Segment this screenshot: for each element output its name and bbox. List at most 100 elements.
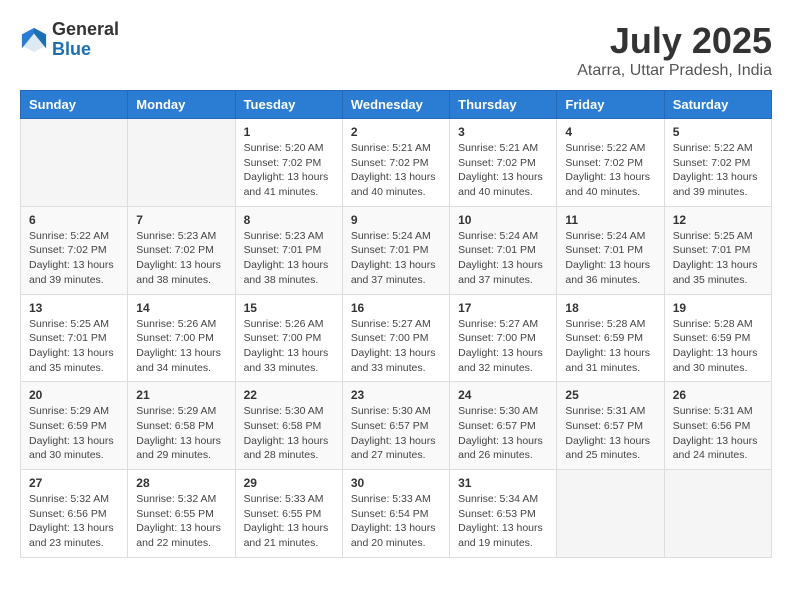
day-number: 17 <box>458 301 548 315</box>
day-number: 4 <box>565 125 655 139</box>
weekday-header-saturday: Saturday <box>664 91 771 119</box>
calendar-cell: 23 Sunrise: 5:30 AMSunset: 6:57 PMDayligh… <box>342 382 449 470</box>
calendar-cell: 6Sunrise: 5:22 AMSunset: 7:02 PMDaylight… <box>21 206 128 294</box>
day-detail: Sunrise: 5:27 AMSunset: 7:00 PMDaylight:… <box>458 317 548 376</box>
day-detail: Sunrise: 5:20 AMSunset: 7:02 PMDaylight:… <box>244 141 334 200</box>
calendar-week-row: 6Sunrise: 5:22 AMSunset: 7:02 PMDaylight… <box>21 206 772 294</box>
calendar-cell: 9Sunrise: 5:24 AMSunset: 7:01 PMDaylight… <box>342 206 449 294</box>
location-subtitle: Atarra, Uttar Pradesh, India <box>577 62 772 80</box>
calendar-cell: 30 Sunrise: 5:33 AMSunset: 6:54 PMDayligh… <box>342 470 449 558</box>
day-number: 3 <box>458 125 548 139</box>
day-detail: Sunrise: 5:34 AMSunset: 6:53 PMDaylight:… <box>458 492 548 551</box>
calendar-cell <box>664 470 771 558</box>
weekday-header-tuesday: Tuesday <box>235 91 342 119</box>
day-number: 10 <box>458 213 548 227</box>
day-number: 20 <box>29 388 119 402</box>
calendar-week-row: 20 Sunrise: 5:29 AMSunset: 6:59 PMDayligh… <box>21 382 772 470</box>
calendar-cell: 4 Sunrise: 5:22 AMSunset: 7:02 PMDaylight… <box>557 119 664 207</box>
day-number: 11 <box>565 213 655 227</box>
calendar-cell: 24Sunrise: 5:30 AMSunset: 6:57 PMDayligh… <box>450 382 557 470</box>
logo-text: General Blue <box>52 20 119 60</box>
calendar-cell: 1 Sunrise: 5:20 AMSunset: 7:02 PMDaylight… <box>235 119 342 207</box>
calendar-cell <box>557 470 664 558</box>
day-detail: Sunrise: 5:29 AMSunset: 6:59 PMDaylight:… <box>29 404 119 463</box>
calendar-table: SundayMondayTuesdayWednesdayThursdayFrid… <box>20 90 772 558</box>
calendar-cell: 13 Sunrise: 5:25 AMSunset: 7:01 PMDayligh… <box>21 294 128 382</box>
calendar-cell: 16 Sunrise: 5:27 AMSunset: 7:00 PMDayligh… <box>342 294 449 382</box>
calendar-week-row: 13 Sunrise: 5:25 AMSunset: 7:01 PMDayligh… <box>21 294 772 382</box>
calendar-cell: 3 Sunrise: 5:21 AMSunset: 7:02 PMDaylight… <box>450 119 557 207</box>
calendar-cell: 10Sunrise: 5:24 AMSunset: 7:01 PMDayligh… <box>450 206 557 294</box>
day-number: 24 <box>458 388 548 402</box>
day-detail: Sunrise: 5:33 AMSunset: 6:54 PMDaylight:… <box>351 492 441 551</box>
calendar-cell: 26 Sunrise: 5:31 AMSunset: 6:56 PMDayligh… <box>664 382 771 470</box>
weekday-header-friday: Friday <box>557 91 664 119</box>
calendar-cell: 27 Sunrise: 5:32 AMSunset: 6:56 PMDayligh… <box>21 470 128 558</box>
day-detail: Sunrise: 5:29 AMSunset: 6:58 PMDaylight:… <box>136 404 226 463</box>
day-detail: Sunrise: 5:22 AMSunset: 7:02 PMDaylight:… <box>565 141 655 200</box>
calendar-cell: 12Sunrise: 5:25 AMSunset: 7:01 PMDayligh… <box>664 206 771 294</box>
day-number: 1 <box>244 125 334 139</box>
logo: General Blue <box>20 20 119 60</box>
calendar-cell: 19Sunrise: 5:28 AMSunset: 6:59 PMDayligh… <box>664 294 771 382</box>
calendar-week-row: 1 Sunrise: 5:20 AMSunset: 7:02 PMDaylight… <box>21 119 772 207</box>
day-detail: Sunrise: 5:27 AMSunset: 7:00 PMDaylight:… <box>351 317 441 376</box>
weekday-header-wednesday: Wednesday <box>342 91 449 119</box>
day-number: 6 <box>29 213 119 227</box>
calendar-cell: 28Sunrise: 5:32 AMSunset: 6:55 PMDayligh… <box>128 470 235 558</box>
day-number: 23 <box>351 388 441 402</box>
calendar-cell <box>128 119 235 207</box>
day-number: 7 <box>136 213 226 227</box>
calendar-cell: 18 Sunrise: 5:28 AMSunset: 6:59 PMDayligh… <box>557 294 664 382</box>
page-header: General Blue July 2025 Atarra, Uttar Pra… <box>20 20 772 80</box>
calendar-cell: 11 Sunrise: 5:24 AMSunset: 7:01 PMDayligh… <box>557 206 664 294</box>
day-number: 16 <box>351 301 441 315</box>
day-number: 28 <box>136 476 226 490</box>
day-detail: Sunrise: 5:32 AMSunset: 6:56 PMDaylight:… <box>29 492 119 551</box>
day-number: 29 <box>244 476 334 490</box>
day-number: 30 <box>351 476 441 490</box>
calendar-cell: 17 Sunrise: 5:27 AMSunset: 7:00 PMDayligh… <box>450 294 557 382</box>
calendar-cell: 22Sunrise: 5:30 AMSunset: 6:58 PMDayligh… <box>235 382 342 470</box>
day-detail: Sunrise: 5:28 AMSunset: 6:59 PMDaylight:… <box>565 317 655 376</box>
calendar-week-row: 27 Sunrise: 5:32 AMSunset: 6:56 PMDayligh… <box>21 470 772 558</box>
weekday-header-monday: Monday <box>128 91 235 119</box>
weekday-header-sunday: Sunday <box>21 91 128 119</box>
calendar-cell: 29 Sunrise: 5:33 AMSunset: 6:55 PMDayligh… <box>235 470 342 558</box>
day-detail: Sunrise: 5:33 AMSunset: 6:55 PMDaylight:… <box>244 492 334 551</box>
day-number: 5 <box>673 125 763 139</box>
calendar-cell: 5 Sunrise: 5:22 AMSunset: 7:02 PMDaylight… <box>664 119 771 207</box>
day-number: 27 <box>29 476 119 490</box>
calendar-cell: 21 Sunrise: 5:29 AMSunset: 6:58 PMDayligh… <box>128 382 235 470</box>
day-detail: Sunrise: 5:23 AMSunset: 7:02 PMDaylight:… <box>136 229 226 288</box>
day-number: 25 <box>565 388 655 402</box>
calendar-cell: 14Sunrise: 5:26 AMSunset: 7:00 PMDayligh… <box>128 294 235 382</box>
calendar-cell: 20 Sunrise: 5:29 AMSunset: 6:59 PMDayligh… <box>21 382 128 470</box>
day-detail: Sunrise: 5:24 AMSunset: 7:01 PMDaylight:… <box>565 229 655 288</box>
day-detail: Sunrise: 5:25 AMSunset: 7:01 PMDaylight:… <box>29 317 119 376</box>
day-number: 31 <box>458 476 548 490</box>
day-detail: Sunrise: 5:24 AMSunset: 7:01 PMDaylight:… <box>351 229 441 288</box>
day-number: 26 <box>673 388 763 402</box>
day-detail: Sunrise: 5:26 AMSunset: 7:00 PMDaylight:… <box>136 317 226 376</box>
day-number: 8 <box>244 213 334 227</box>
day-detail: Sunrise: 5:30 AMSunset: 6:58 PMDaylight:… <box>244 404 334 463</box>
day-number: 13 <box>29 301 119 315</box>
calendar-cell: 15Sunrise: 5:26 AMSunset: 7:00 PMDayligh… <box>235 294 342 382</box>
calendar-cell: 8Sunrise: 5:23 AMSunset: 7:01 PMDaylight… <box>235 206 342 294</box>
day-number: 12 <box>673 213 763 227</box>
calendar-cell: 25Sunrise: 5:31 AMSunset: 6:57 PMDayligh… <box>557 382 664 470</box>
day-number: 18 <box>565 301 655 315</box>
day-detail: Sunrise: 5:21 AMSunset: 7:02 PMDaylight:… <box>458 141 548 200</box>
day-number: 15 <box>244 301 334 315</box>
day-number: 21 <box>136 388 226 402</box>
day-detail: Sunrise: 5:30 AMSunset: 6:57 PMDaylight:… <box>351 404 441 463</box>
calendar-cell <box>21 119 128 207</box>
month-year-title: July 2025 <box>577 20 772 62</box>
day-detail: Sunrise: 5:22 AMSunset: 7:02 PMDaylight:… <box>673 141 763 200</box>
day-detail: Sunrise: 5:31 AMSunset: 6:56 PMDaylight:… <box>673 404 763 463</box>
day-detail: Sunrise: 5:28 AMSunset: 6:59 PMDaylight:… <box>673 317 763 376</box>
calendar-cell: 31 Sunrise: 5:34 AMSunset: 6:53 PMDayligh… <box>450 470 557 558</box>
calendar-cell: 2Sunrise: 5:21 AMSunset: 7:02 PMDaylight… <box>342 119 449 207</box>
title-section: July 2025 Atarra, Uttar Pradesh, India <box>577 20 772 80</box>
